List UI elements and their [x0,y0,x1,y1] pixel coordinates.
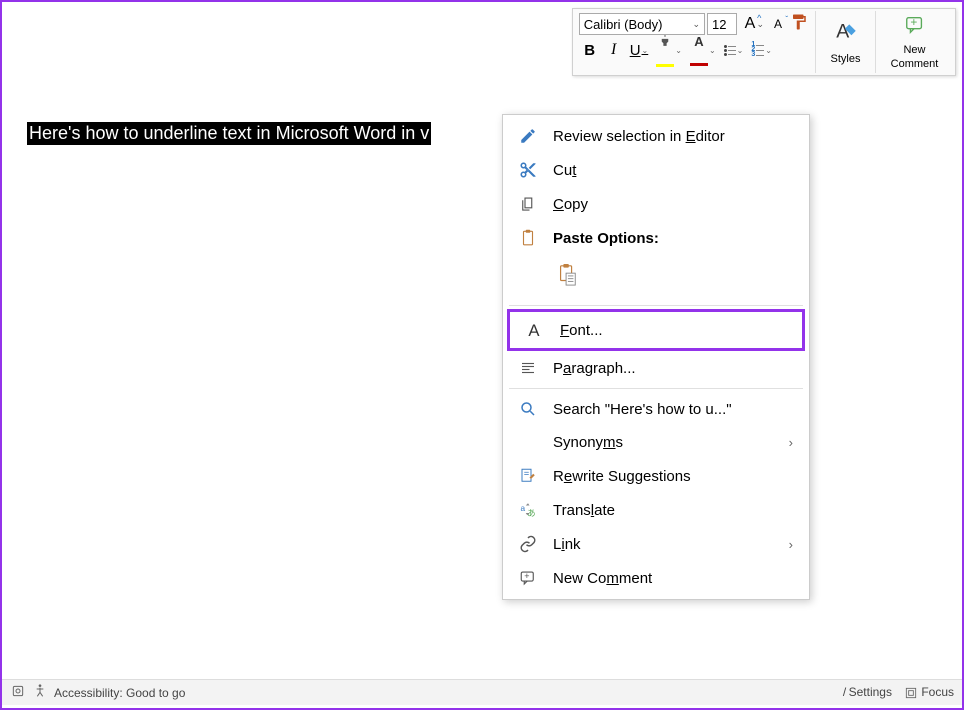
menu-label: Font... [560,322,786,339]
menu-cut[interactable]: Cut [503,153,809,187]
styles-label: Styles [831,53,861,65]
context-menu: Review selection in Editor Cut Copy Past… [502,114,810,600]
bold-button[interactable]: B [579,39,601,61]
font-icon: A [524,320,546,340]
chevron-down-icon: ⌄ [692,19,700,30]
new-comment-label-1: New [903,44,925,56]
menu-translate[interactable]: aあ Translate [503,493,809,527]
menu-label: Cut [553,162,793,179]
highlighter-icon [658,34,672,50]
bullets-button[interactable]: ⌄ [721,39,747,61]
chevron-down-icon: ⌄ [675,46,682,55]
menu-font[interactable]: A Font... [507,309,805,351]
menu-label: Search "Here's how to u..." [553,401,793,418]
paragraph-icon [517,359,539,377]
font-name-select[interactable]: Calibri (Body) ⌄ [579,13,705,35]
paste-keep-source-button[interactable] [551,259,583,291]
shrink-font-button[interactable]: Aˇ [763,13,785,35]
clipboard-icon [517,229,539,247]
display-settings-button[interactable]: / Settings [843,685,892,699]
font-color-button[interactable]: A ⌄ [687,39,719,61]
paste-option-icon [556,263,578,287]
bullets-icon [724,45,736,56]
menu-search[interactable]: Search "Here's how to u..." [503,392,809,426]
font-color-icon: A [694,34,703,49]
menu-paragraph[interactable]: Paragraph... [503,351,809,385]
font-size-value: 12 [712,17,726,32]
svg-text:+: + [524,571,529,581]
comment-icon: + [517,569,539,587]
menu-new-comment[interactable]: + New Comment [503,561,809,595]
accessibility-icon[interactable] [32,683,48,702]
menu-synonyms[interactable]: Synonyms › [503,426,809,459]
grow-font-button[interactable]: A^ [739,13,761,35]
focus-button[interactable]: Focus [904,685,954,700]
underline-button[interactable]: U ⌄ [627,39,652,61]
scissors-icon [517,161,539,179]
menu-label: Translate [553,502,793,519]
menu-paste-options-header: Paste Options: [503,221,809,255]
numbering-icon: 1 2 3 [751,43,764,57]
svg-text:A: A [836,20,849,42]
paste-options-row [503,255,809,302]
svg-text:+: + [910,15,917,29]
menu-label: Review selection in Editor [553,128,793,145]
menu-separator [509,388,803,389]
italic-button[interactable]: I [603,39,625,61]
chevron-right-icon: › [789,537,793,552]
styles-icon: A [833,19,859,51]
menu-separator [509,305,803,306]
menu-label: Paragraph... [553,360,793,377]
menu-review-editor[interactable]: Review selection in Editor [503,119,809,153]
translate-icon: aあ [517,501,539,519]
numbering-button[interactable]: 1 2 3 ⌄ [748,39,775,61]
chevron-right-icon: › [789,435,793,450]
link-icon [517,535,539,553]
menu-link[interactable]: Link › [503,527,809,561]
menu-label: Link [553,536,775,553]
menu-label: Synonyms [553,434,775,451]
rewrite-icon [517,467,539,485]
menu-label: Paste Options: [553,230,793,247]
chevron-down-icon: ⌄ [709,46,716,55]
new-comment-label-2: Comment [891,58,939,70]
highlight-button[interactable]: ⌄ [653,39,685,61]
search-icon [517,400,539,418]
styles-button[interactable]: A Styles [815,11,875,73]
svg-text:a: a [521,504,526,513]
font-name-value: Calibri (Body) [584,17,663,32]
tts-icon[interactable] [10,683,26,702]
menu-label: Copy [553,196,793,213]
accessibility-status[interactable]: Accessibility: Good to go [54,686,185,700]
status-bar: Accessibility: Good to go / Settings Foc… [2,679,962,705]
menu-rewrite[interactable]: Rewrite Suggestions [503,459,809,493]
mini-toolbar: Calibri (Body) ⌄ 12 ⌄ A^ Aˇ B I [572,8,956,76]
format-painter-button[interactable] [787,13,811,35]
selected-text[interactable]: Here's how to underline text in Microsof… [27,122,431,145]
menu-copy[interactable]: Copy [503,187,809,221]
new-comment-icon: + [902,14,928,42]
copy-icon [517,195,539,213]
pencil-icon [517,127,539,145]
chevron-down-icon: ⌄ [737,46,744,55]
menu-label: New Comment [553,570,793,587]
menu-label: Rewrite Suggestions [553,468,793,485]
font-size-select[interactable]: 12 ⌄ [707,13,737,35]
chevron-down-icon: ⌄ [642,46,649,55]
svg-text:A: A [528,321,540,340]
new-comment-button[interactable]: + New Comment [875,11,953,73]
chevron-down-icon: ⌄ [765,46,772,55]
paintbrush-icon [790,13,808,36]
